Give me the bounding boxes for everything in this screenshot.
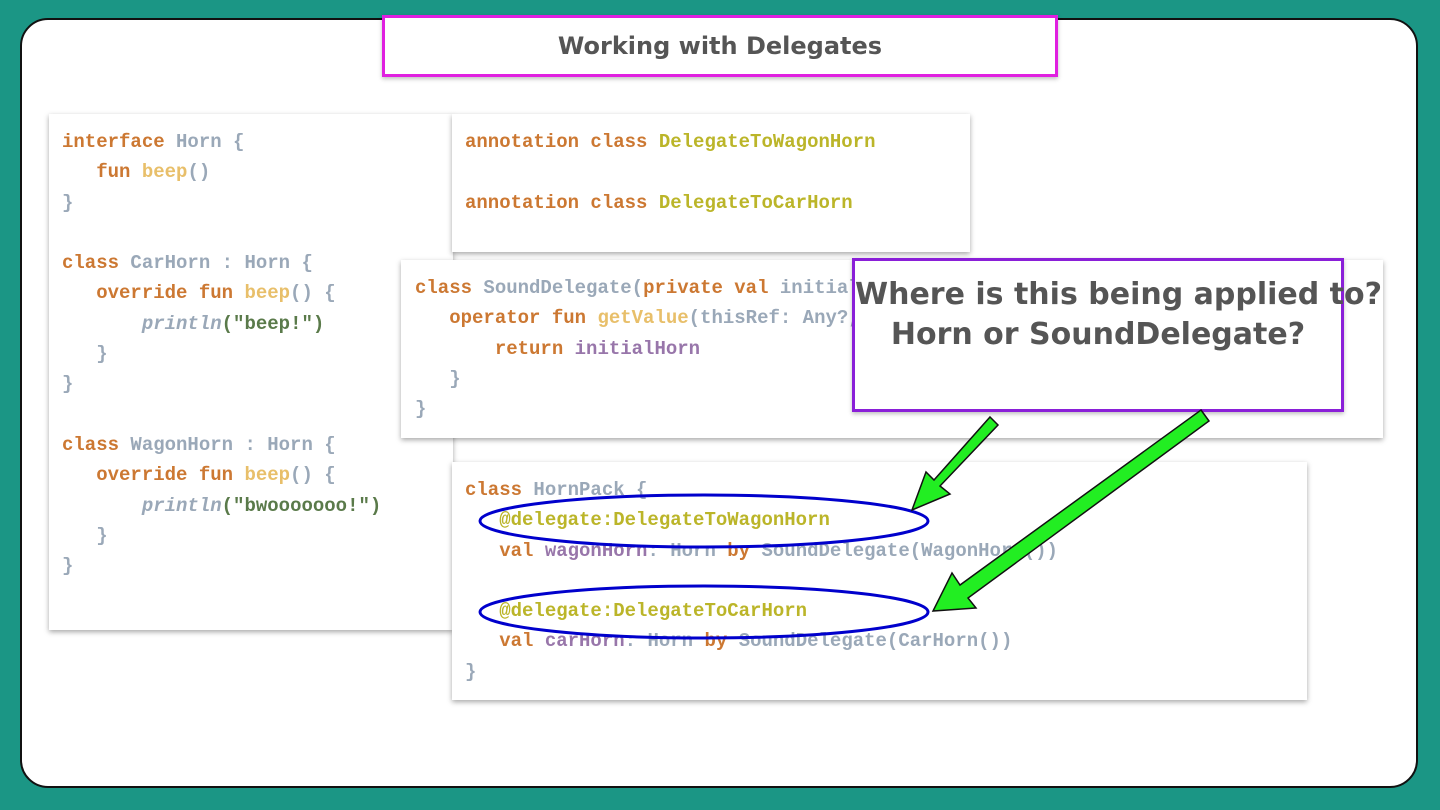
highlight-ellipse-wagon	[478, 493, 930, 549]
arrow-to-wagon-icon	[910, 415, 1000, 512]
annotation-overlay	[478, 408, 1211, 640]
highlight-ellipse-car	[478, 584, 930, 640]
